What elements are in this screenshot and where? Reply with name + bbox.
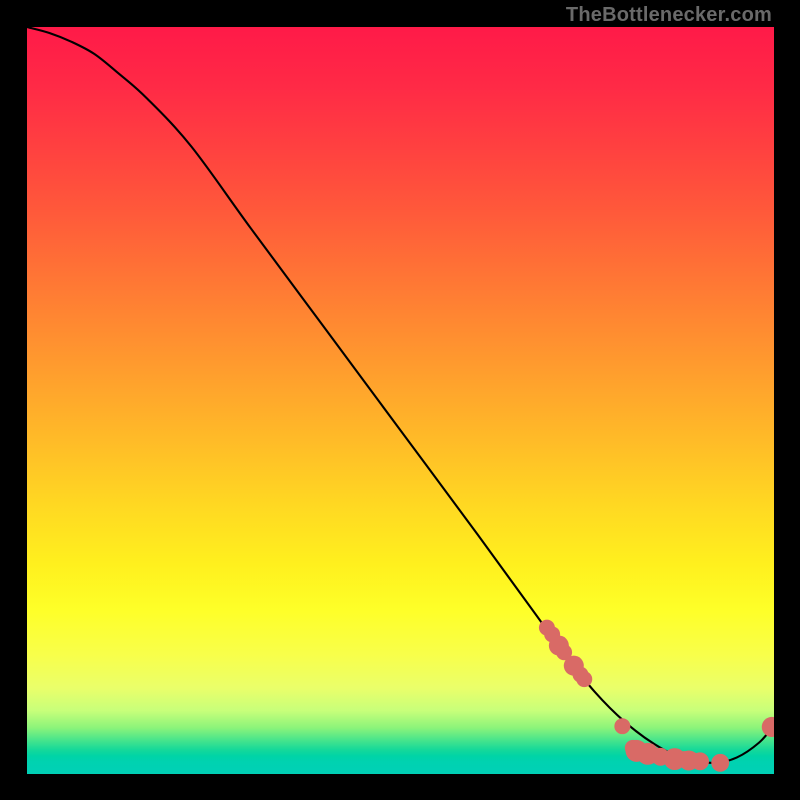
curve-marker <box>614 718 630 734</box>
bottleneck-curve <box>27 27 774 763</box>
curve-marker <box>691 752 709 770</box>
curve-marker <box>762 717 774 737</box>
attribution-label: TheBottlenecker.com <box>566 4 772 27</box>
chart-stage: TheBottlenecker.com <box>0 0 800 800</box>
curve-marker <box>576 671 592 687</box>
marker-layer <box>539 620 774 772</box>
curve-marker <box>711 754 729 772</box>
curve-overlay <box>27 27 774 774</box>
